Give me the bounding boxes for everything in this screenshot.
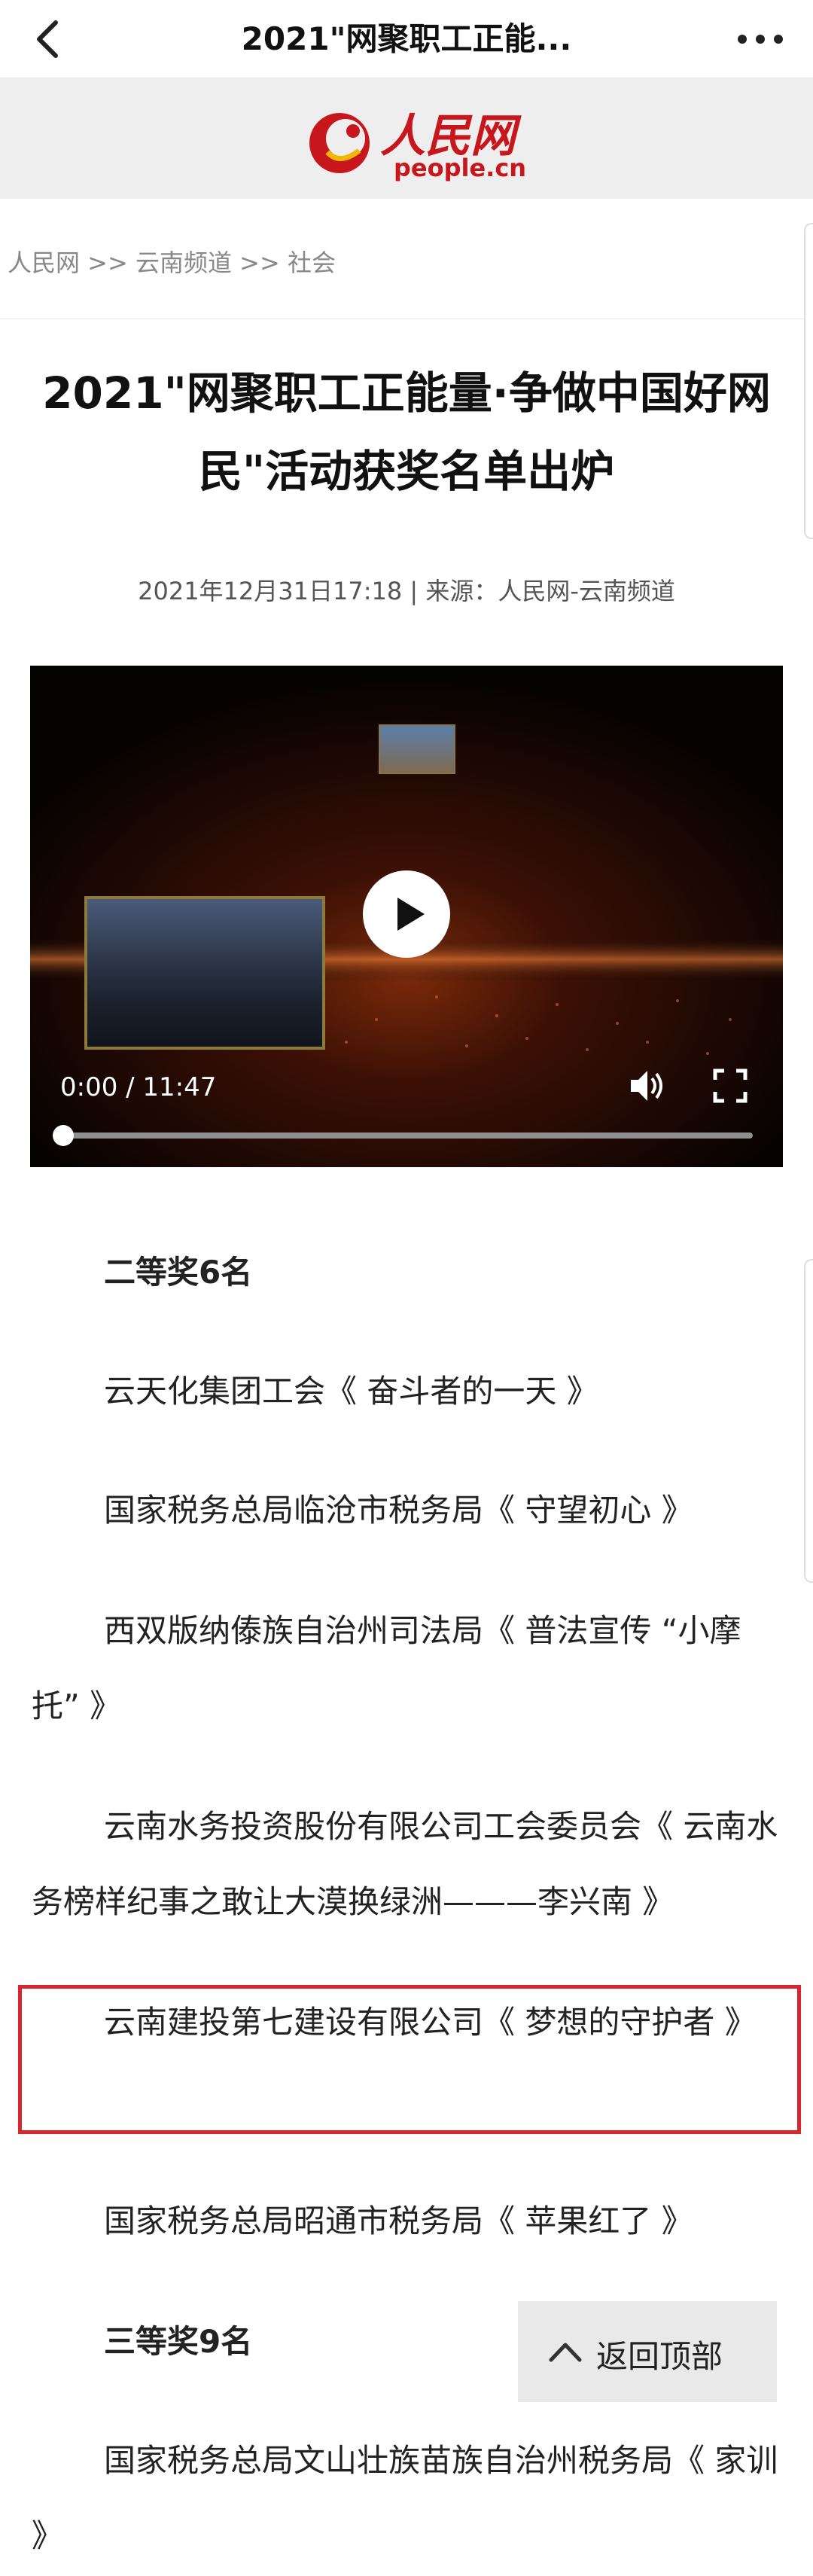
- back-button[interactable]: [27, 17, 72, 62]
- award-item: 西双版纳傣族自治州司法局《 普法宣传 “小摩托” 》: [32, 1612, 741, 1724]
- breadcrumb-bar: 人民网 >> 云南频道 >> 社会: [0, 199, 813, 319]
- chevron-up-icon: [549, 2343, 582, 2362]
- chevron-left-icon: [37, 20, 58, 58]
- fullscreen-button[interactable]: [712, 1068, 748, 1104]
- article-headline: 2021"网聚职工正能量·争做中国好网民"活动获奖名单出炉: [42, 367, 771, 497]
- award-item: 云天化集团工会《 奋斗者的一天 》: [104, 1373, 598, 1410]
- logo-bar: 人民网 people.cn: [0, 78, 813, 199]
- article-meta: 2021年12月31日17:18 | 来源：人民网-云南频道: [138, 577, 675, 605]
- page-title: 2021"网聚职工正能...: [241, 20, 572, 57]
- highlight-box: [18, 1985, 801, 2134]
- top-nav-bar: 2021"网聚职工正能...: [0, 0, 813, 78]
- fullscreen-icon: [713, 1069, 748, 1103]
- award-item: 国家税务总局临沧市税务局《 守望初心 》: [104, 1492, 693, 1529]
- video-time: 0:00 / 11:47: [60, 1072, 217, 1102]
- back-to-top-label: 返回顶部: [596, 2338, 723, 2375]
- logo-text-en: people.cn: [394, 154, 527, 182]
- back-to-top-button[interactable]: 返回顶部: [518, 2301, 777, 2402]
- video-progress-bar[interactable]: [63, 1133, 753, 1139]
- play-button[interactable]: [363, 870, 450, 958]
- side-tab-bottom[interactable]: [804, 1259, 813, 1583]
- people-cn-logo[interactable]: 人民网 people.cn: [305, 99, 526, 182]
- section-heading-second-prize: 二等奖6名: [104, 1254, 253, 1291]
- more-dots-icon: [738, 35, 783, 44]
- play-icon: [397, 898, 425, 931]
- breadcrumb[interactable]: 人民网 >> 云南频道 >> 社会: [8, 244, 336, 279]
- video-inset-thumbnail-small: [379, 724, 455, 774]
- more-button[interactable]: [730, 17, 790, 62]
- video-player[interactable]: 0:00 / 11:47: [30, 666, 783, 1167]
- volume-button[interactable]: [626, 1065, 668, 1107]
- award-item: 云南水务投资股份有限公司工会委员会《 云南水务榜样纪事之敢让大漠换绿洲———李兴…: [32, 1808, 778, 1920]
- side-tab-top[interactable]: [804, 223, 813, 539]
- logo-emblem-icon: [309, 113, 370, 173]
- video-inset-thumbnail-large: [84, 896, 325, 1050]
- volume-icon: [631, 1071, 662, 1101]
- award-item: 国家税务总局昭通市税务局《 苹果红了 》: [104, 2203, 693, 2239]
- award-item: 国家税务总局文山壮族苗族自治州税务局《 家训 》: [32, 2442, 778, 2554]
- video-progress-handle[interactable]: [53, 1125, 74, 1146]
